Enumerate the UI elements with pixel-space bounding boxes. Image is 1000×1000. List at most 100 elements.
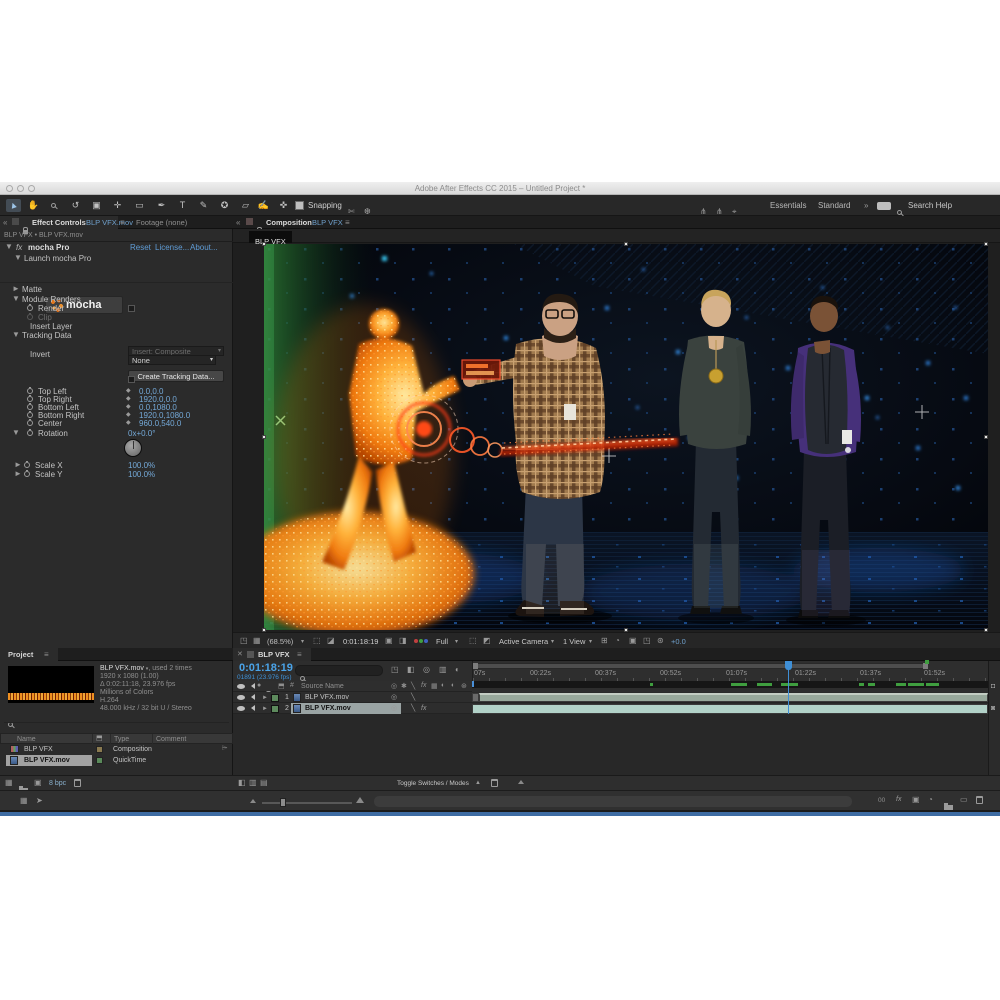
cc-libraries-icon[interactable]: [877, 202, 891, 210]
adjustment-switch-icon[interactable]: ◐: [451, 682, 455, 689]
timeline-empty-area[interactable]: [233, 714, 988, 775]
hand-tool[interactable]: ✋: [26, 199, 41, 212]
eraser-tool[interactable]: ▱: [238, 199, 253, 212]
project-search-input[interactable]: [4, 711, 229, 723]
flowchart-button-icon[interactable]: ◳: [643, 637, 651, 645]
twirl-icon[interactable]: ►: [14, 470, 22, 478]
layer-twirl-icon[interactable]: ►: [262, 705, 268, 713]
twirl-icon[interactable]: ▼: [12, 295, 20, 303]
twirl-icon[interactable]: ▼: [14, 254, 22, 262]
stopwatch-icon[interactable]: [27, 420, 33, 426]
project-bit-depth[interactable]: 8 bpc: [49, 779, 66, 788]
composition-viewer[interactable]: [264, 244, 988, 630]
solo-column-icon[interactable]: ●: [257, 682, 261, 689]
timeline-search-input[interactable]: [295, 665, 383, 676]
tab-effect-controls[interactable]: « Effect Controls BLP VFX.mov: [0, 216, 118, 229]
timeline-button-icon[interactable]: ▣: [629, 637, 637, 645]
param-insert-layer[interactable]: Insert Layer: [0, 322, 233, 331]
layer-handle[interactable]: [624, 242, 628, 246]
channels-icon-g[interactable]: [419, 639, 423, 643]
type-tool[interactable]: T: [175, 199, 190, 212]
param-rotation[interactable]: ▼ Rotation 0x+0.0°: [0, 398, 233, 407]
view-select[interactable]: 1 View: [563, 637, 585, 646]
delete-layer-icon[interactable]: [491, 779, 498, 787]
workspace-overflow-chevron[interactable]: »: [864, 201, 868, 210]
snapping-checkbox[interactable]: [295, 201, 304, 210]
param-scale-x[interactable]: ► Scale X 100.0%: [0, 428, 233, 437]
param-tracking-data[interactable]: ▼ Tracking Data: [0, 331, 233, 340]
mask-visibility-icon[interactable]: ◪: [327, 637, 335, 645]
expand-inout-icon[interactable]: ▤: [260, 779, 268, 787]
stopwatch-icon[interactable]: [24, 471, 30, 477]
pan-behind-tool[interactable]: ✛: [110, 199, 125, 212]
twirl-icon[interactable]: ►: [12, 285, 20, 293]
graph-editor-toggle-icon[interactable]: ◙: [991, 705, 995, 713]
camera-select[interactable]: Active Camera: [499, 637, 548, 646]
project-row-comp[interactable]: BLP VFX Composition ⌲: [0, 744, 233, 755]
layer-handle[interactable]: [984, 435, 988, 439]
layer-bar-head[interactable]: [472, 693, 479, 702]
timeline-horizontal-scrollbar[interactable]: [374, 796, 852, 807]
col-comment[interactable]: Comment: [156, 735, 186, 744]
pixel-aspect-icon[interactable]: ⊞: [601, 637, 608, 645]
col-type[interactable]: Type: [114, 735, 129, 744]
motion-blur-switch-icon[interactable]: ◐: [441, 682, 445, 689]
camera-dropdown-icon[interactable]: ▾: [551, 638, 554, 646]
stopwatch-icon[interactable]: [24, 462, 30, 468]
show-snapshot-icon[interactable]: ◨: [399, 637, 407, 645]
delete-item-icon[interactable]: [74, 779, 81, 787]
layer-audio-icon[interactable]: [248, 694, 255, 700]
launch-mocha-row[interactable]: ▼ Launch mocha Pro: [0, 254, 233, 263]
tab-footage[interactable]: Footage (none): [136, 218, 187, 227]
label-swatch[interactable]: [96, 746, 103, 753]
layer-handle[interactable]: [984, 242, 988, 246]
search-help-label[interactable]: Search Help: [908, 201, 952, 210]
layer-quality-icon[interactable]: ╲: [411, 694, 415, 702]
param-value[interactable]: 960.0,540.0: [139, 419, 181, 428]
resolution-dropdown-icon[interactable]: ▾: [455, 638, 458, 646]
snapshot-icon[interactable]: ▣: [385, 637, 393, 645]
param-center[interactable]: Center ◆ 960.0,540.0: [0, 389, 233, 398]
frame-blend-switch-icon[interactable]: ▦: [431, 682, 438, 690]
panel-drawer-chevron[interactable]: «: [236, 218, 240, 227]
layer-shy-icon[interactable]: ◎: [391, 694, 397, 702]
screen-icon[interactable]: ▦: [253, 637, 261, 645]
zoom-slider-small-mountain-icon[interactable]: [250, 799, 256, 803]
shy-switch-icon[interactable]: ◎: [391, 682, 397, 690]
panel-menu-icon[interactable]: ≡: [120, 218, 125, 227]
collapse-switch-icon[interactable]: ✱: [401, 682, 407, 690]
exposure-value[interactable]: +0.0: [671, 637, 686, 646]
panel-drawer-chevron[interactable]: «: [3, 218, 7, 227]
layer-row-2[interactable]: ► 2 BLP VFX.mov ◎ ╲ fx: [233, 703, 472, 714]
expand-switches-icon[interactable]: ◧: [238, 779, 246, 787]
brush-tool[interactable]: ✎: [196, 199, 211, 212]
camera-tool[interactable]: ▣: [89, 199, 104, 212]
puppet-pin-tool[interactable]: ✜: [276, 199, 291, 212]
flow-view-icon[interactable]: ➤: [36, 797, 43, 805]
param-render[interactable]: Render: [0, 304, 233, 313]
layer-handle[interactable]: [262, 435, 266, 439]
trash-icon[interactable]: [976, 796, 983, 804]
zoom-slider-big-mountain-icon[interactable]: [356, 797, 364, 803]
rotate-tool[interactable]: ↺: [68, 199, 83, 212]
reset-exposure-icon[interactable]: ⊛: [657, 637, 664, 645]
workspace-essentials[interactable]: Essentials: [770, 201, 806, 210]
zoom-level[interactable]: (68.5%): [267, 637, 293, 646]
twirl-icon[interactable]: ▼: [12, 331, 20, 339]
current-timecode[interactable]: 0:01:18:19: [239, 662, 293, 674]
layer-eye-icon[interactable]: [237, 706, 245, 711]
panel-menu-icon[interactable]: ≡: [297, 650, 302, 659]
param-matte[interactable]: ► Matte: [0, 285, 233, 294]
stopwatch-icon[interactable]: [27, 412, 33, 418]
project-row-footage[interactable]: BLP VFX.mov QuickTime: [0, 755, 233, 766]
roto-brush-tool[interactable]: ✍: [256, 199, 271, 212]
choose-grid-icon[interactable]: ⬚: [313, 637, 321, 645]
time-ruler[interactable]: 07s 00:22s 00:37s 00:52s 01:07s 01:22s 0…: [472, 661, 988, 681]
eye-column-icon[interactable]: [237, 684, 245, 689]
layer-label-swatch[interactable]: [271, 705, 279, 713]
shape-tool[interactable]: ▭: [132, 199, 147, 212]
source-name-column[interactable]: Source Name: [301, 682, 344, 691]
param-module-renders[interactable]: ▼ Module Renders: [0, 295, 233, 304]
number-column[interactable]: #: [290, 682, 294, 689]
layer-twirl-icon[interactable]: ►: [262, 694, 268, 702]
